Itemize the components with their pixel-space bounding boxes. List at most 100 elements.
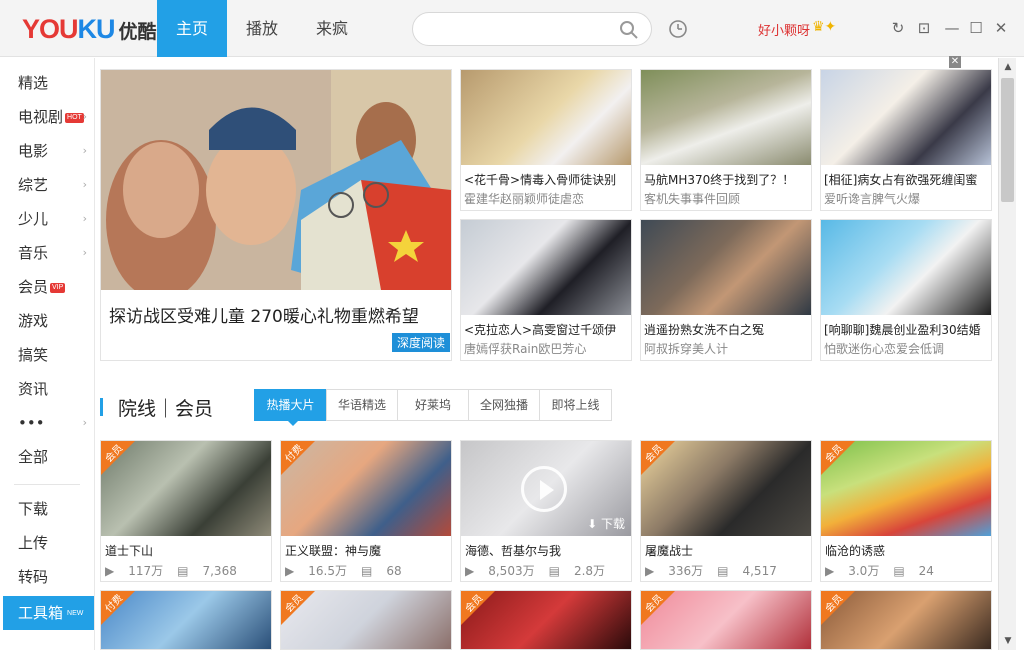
new-badge: NEW [65, 608, 86, 619]
movie-name[interactable]: 海德、哲基尔与我 [465, 542, 561, 559]
history-clock-icon[interactable] [668, 19, 688, 39]
news-title[interactable]: 逍遥扮熟女洗不白之冤 [644, 321, 810, 338]
news-tile[interactable]: 逍遥扮熟女洗不白之冤 阿叔拆穿美人计 [640, 219, 812, 361]
maximize-icon[interactable]: ☐ [966, 18, 986, 38]
sidebar-item-label: 转码 [18, 568, 49, 586]
download-button[interactable]: ⬇ 下载 [587, 515, 625, 532]
news-thumbnail[interactable] [641, 70, 811, 165]
news-thumbnail[interactable] [641, 220, 811, 315]
movie-tile[interactable]: 会员 屠魔战士 ▶ 336万 ▤ 4,517 [640, 440, 812, 582]
sidebar-item-member[interactable]: 会员 VIP [0, 270, 94, 304]
news-tile[interactable]: [相征]病女占有欲强死缠闺蜜 爱听谗言脾气火爆 [820, 69, 992, 211]
scroll-thumb[interactable] [1001, 78, 1014, 202]
sidebar-item-tv[interactable]: 电视剧 HOT › [0, 100, 94, 134]
news-tile[interactable]: <克拉恋人>高雯窗过千颂伊 唐嫣俘获Rain欧巴芳心 [460, 219, 632, 361]
hero-card[interactable]: 探访战区受难儿童 270暖心礼物重燃希望 深度阅读 [100, 69, 452, 361]
sidebar-item-movie[interactable]: 电影 › [0, 134, 94, 168]
movie-stats: ▶ 117万 ▤ 7,368 [105, 562, 251, 579]
sidebar-item-all[interactable]: 全部 [0, 440, 94, 474]
scroll-up-arrow-icon[interactable]: ▲ [999, 58, 1017, 76]
news-subtitle: 霍建华赵丽颖师徒虐恋 [464, 192, 585, 206]
username[interactable]: 好小颗呀 [758, 20, 810, 39]
tab-label: 好莱坞 [414, 398, 451, 412]
tab-home[interactable]: 主页 [157, 0, 227, 57]
movie-tile-partial[interactable]: 付费 [100, 590, 272, 650]
tab-home-label: 主页 [175, 19, 208, 38]
movie-tile-partial[interactable]: 会员 [820, 590, 992, 650]
movie-tile[interactable]: 付费 正义联盟：神与魔 ▶ 16.5万 ▤ 68 [280, 440, 452, 582]
news-title[interactable]: [响聊聊]魏晨创业盈利30结婚 [824, 321, 990, 338]
tab-hollywood[interactable]: 好莱坞 [397, 389, 469, 421]
close-ad-icon[interactable]: ✕ [949, 56, 961, 68]
close-icon[interactable]: ✕ [991, 18, 1011, 38]
sidebar-item-funny[interactable]: 搞笑 [0, 338, 94, 372]
movie-stats: ▶ 336万 ▤ 4,517 [645, 562, 791, 579]
tab-exclusive[interactable]: 全网独播 [468, 389, 540, 421]
sidebar-item-download[interactable]: 下载 [0, 492, 94, 526]
play-circle-icon[interactable] [521, 466, 567, 512]
sidebar-item-upload[interactable]: 上传 [0, 526, 94, 560]
movie-tile[interactable]: 会员 临沧的诱惑 ▶ 3.0万 ▤ 24 [820, 440, 992, 582]
youku-logo[interactable]: YOUKU 优酷 [22, 14, 157, 48]
news-title[interactable]: [相征]病女占有欲强死缠闺蜜 [824, 171, 990, 188]
movie-name[interactable]: 屠魔战士 [645, 542, 693, 559]
tab-chinese-picks[interactable]: 华语精选 [326, 389, 398, 421]
movie-tile[interactable]: 会员 道士下山 ▶ 117万 ▤ 7,368 [100, 440, 272, 582]
movie-name[interactable]: 正义联盟：神与魔 [285, 542, 381, 559]
mini-player-icon[interactable]: ⊡ [914, 18, 934, 38]
sidebar-item-news[interactable]: 资讯 [0, 372, 94, 406]
news-thumbnail[interactable] [461, 70, 631, 165]
play-count-icon: ▶ [645, 564, 655, 578]
sidebar-item-kids[interactable]: 少儿 › [0, 202, 94, 236]
deep-read-button[interactable]: 深度阅读 [391, 333, 450, 352]
sidebar-item-label: 游戏 [18, 312, 49, 330]
movie-tile-partial[interactable]: 会员 [280, 590, 452, 650]
movie-thumbnail[interactable]: ⬇ 下载 [461, 441, 631, 536]
comment-count: 24 [918, 564, 934, 578]
sidebar-item-games[interactable]: 游戏 [0, 304, 94, 338]
hero-title[interactable]: 探访战区受难儿童 270暖心礼物重燃希望 [109, 302, 419, 327]
news-tile[interactable]: 马航MH370终于找到了？！ 客机失事事件回顾 [640, 69, 812, 211]
sidebar-item-more[interactable]: ••• › [0, 406, 94, 440]
tab-laifeng[interactable]: 来疯 [297, 0, 367, 57]
sidebar-divider [14, 484, 80, 485]
tab-play[interactable]: 播放 [227, 0, 297, 57]
comment-count: 68 [386, 564, 402, 578]
tab-hot-movies[interactable]: 热播大片 [254, 389, 327, 426]
movie-tile-partial[interactable]: 会员 [460, 590, 632, 650]
news-subtitle: 阿叔拆穿美人计 [644, 342, 729, 356]
movie-name[interactable]: 道士下山 [105, 542, 153, 559]
refresh-icon[interactable]: ↻ [888, 18, 908, 38]
movie-tile[interactable]: ⬇ 下载 海德、哲基尔与我 ▶ 8,503万 ▤ 2.8万 [460, 440, 632, 582]
comment-icon: ▤ [893, 564, 905, 578]
tab-coming-soon[interactable]: 即将上线 [539, 389, 612, 421]
news-tile[interactable]: [响聊聊]魏晨创业盈利30结婚 怕歌迷伤心恋爱会低调 [820, 219, 992, 361]
movie-tile-partial[interactable]: 会员 [640, 590, 812, 650]
news-tile[interactable]: <花千骨>情毒入骨师徒诀别 霍建华赵丽颖师徒虐恋 [460, 69, 632, 211]
more-dots-icon: ••• [18, 414, 45, 432]
search-icon[interactable] [619, 20, 639, 40]
news-thumbnail[interactable] [461, 220, 631, 315]
movie-name[interactable]: 临沧的诱惑 [825, 542, 885, 559]
sidebar-item-music[interactable]: 音乐 › [0, 236, 94, 270]
sidebar-item-label: 综艺 [18, 176, 49, 194]
play-count: 16.5万 [308, 564, 347, 578]
play-count-icon: ▶ [285, 564, 295, 578]
search-box[interactable] [412, 12, 652, 46]
news-subtitle: 怕歌迷伤心恋爱会低调 [824, 342, 945, 356]
sidebar-item-toolbox[interactable]: 工具箱 NEW [3, 596, 94, 630]
sidebar-item-transcode[interactable]: 转码 [0, 560, 94, 594]
news-thumbnail[interactable] [821, 220, 991, 315]
news-title[interactable]: <克拉恋人>高雯窗过千颂伊 [464, 321, 630, 338]
news-title[interactable]: 马航MH370终于找到了？！ [644, 171, 810, 188]
news-title[interactable]: <花千骨>情毒入骨师徒诀别 [464, 171, 630, 188]
hero-image[interactable] [101, 70, 451, 290]
sidebar-item-variety[interactable]: 综艺 › [0, 168, 94, 202]
sidebar-item-featured[interactable]: 精选 [0, 66, 94, 100]
scroll-down-arrow-icon[interactable]: ▼ [999, 632, 1017, 650]
news-thumbnail[interactable] [821, 70, 991, 165]
search-input[interactable] [427, 21, 617, 38]
vertical-scrollbar[interactable]: ▲ ▼ [998, 58, 1016, 650]
comment-count: 4,517 [742, 564, 777, 578]
minimize-icon[interactable]: — [942, 18, 962, 38]
